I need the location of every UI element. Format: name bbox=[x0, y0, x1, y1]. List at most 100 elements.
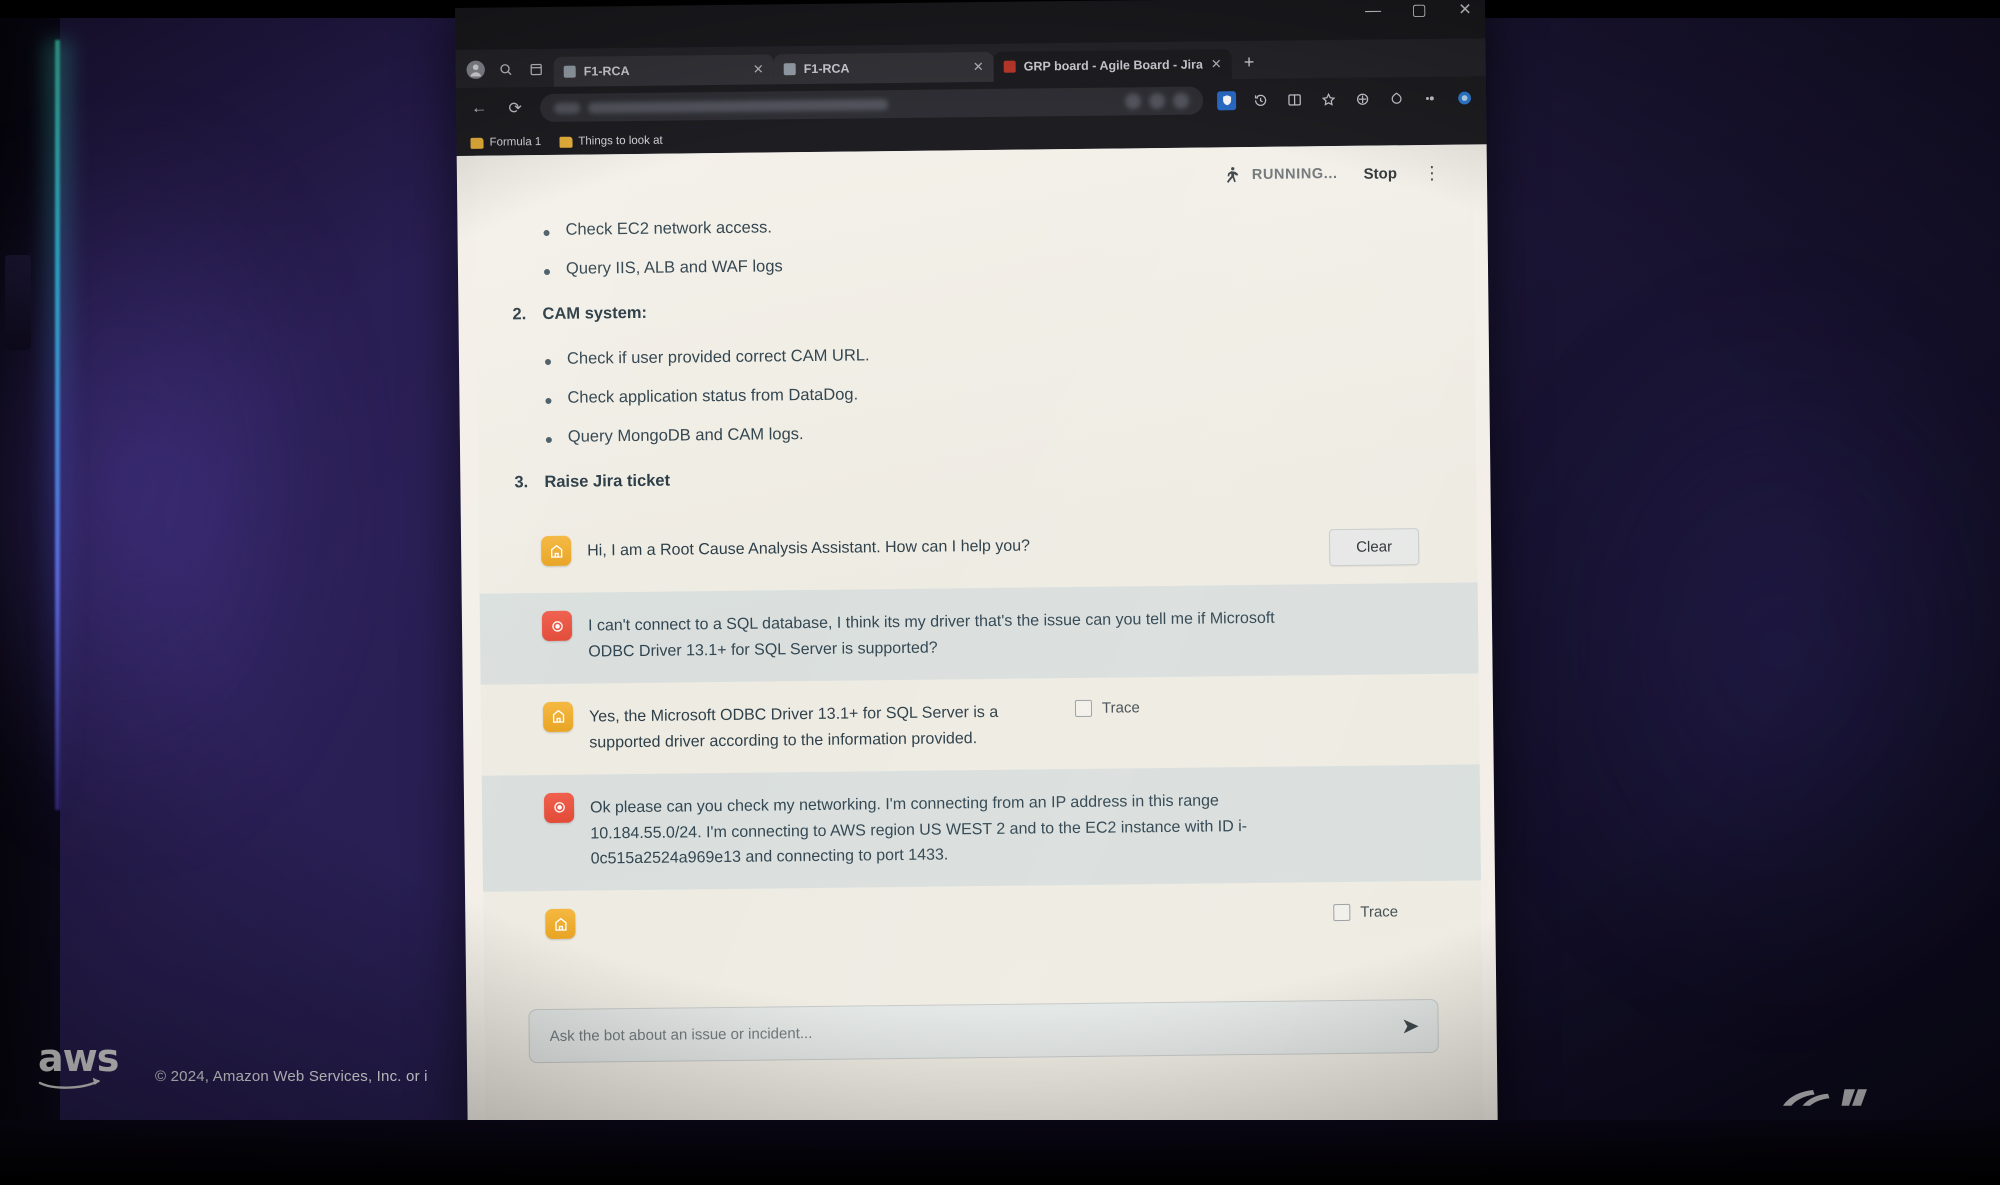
user-avatar-icon bbox=[543, 792, 575, 823]
tab-f1-rca-1[interactable]: F1-RCA ✕ bbox=[553, 54, 774, 87]
folder-icon bbox=[559, 136, 573, 148]
vertical-tabs-icon[interactable] bbox=[524, 57, 548, 81]
reload-button[interactable]: ⟳ bbox=[504, 98, 526, 118]
f1-logo-icon bbox=[1783, 1089, 1867, 1106]
photographed-screen-scene: — ▢ ✕ F1-RCA ✕ F1-RCA ✕ GRP board - Agil… bbox=[0, 0, 2000, 1185]
user-avatar-icon bbox=[541, 610, 573, 642]
bookmark-things-to-look-at[interactable]: Things to look at bbox=[559, 135, 663, 148]
tab-close-icon[interactable]: ✕ bbox=[973, 59, 984, 75]
tab-close-icon[interactable]: ✕ bbox=[753, 62, 764, 78]
send-button[interactable]: ➤ bbox=[1391, 1013, 1420, 1039]
back-button[interactable]: ← bbox=[468, 100, 490, 118]
tab-jira-grp-board[interactable]: GRP board - Agile Board - Jira ✕ bbox=[993, 49, 1232, 82]
tab-favicon-icon bbox=[1003, 60, 1016, 73]
bullet-icon bbox=[544, 358, 552, 366]
shield-icon[interactable] bbox=[1216, 90, 1237, 110]
bullet-icon bbox=[545, 397, 552, 404]
list-item: Query MongoDB and CAM logs. bbox=[545, 417, 1476, 447]
maximize-button[interactable]: ▢ bbox=[1409, 1, 1429, 21]
window-controls: — ▢ ✕ bbox=[1363, 0, 1475, 21]
bookmark-label: Things to look at bbox=[578, 134, 663, 148]
run-status: RUNNING... bbox=[1222, 164, 1338, 185]
tab-label: F1-RCA bbox=[583, 64, 630, 79]
address-favicon-icon bbox=[554, 102, 581, 114]
overflow-menu-button[interactable]: ⋮ bbox=[1423, 162, 1442, 183]
checkbox-icon[interactable] bbox=[1074, 699, 1093, 717]
chat-message-text: I can't connect to a SQL database, I thi… bbox=[587, 609, 1275, 661]
aws-logo: aws bbox=[38, 1036, 128, 1092]
chat-message-bot-pending: Trace bbox=[483, 881, 1482, 958]
list-item-text: Query MongoDB and CAM logs. bbox=[567, 425, 804, 446]
tab-f1-rca-2[interactable]: F1-RCA ✕ bbox=[773, 51, 994, 85]
stop-button[interactable]: Stop bbox=[1364, 165, 1398, 182]
chat-message-text: Ok please can you check my networking. I… bbox=[589, 792, 1248, 868]
list-item-text: Raise Jira ticket bbox=[544, 471, 671, 492]
chat-message-bot: Hi, I am a Root Cause Analysis Assistant… bbox=[479, 507, 1478, 593]
address-inline-icon bbox=[1149, 92, 1166, 110]
list-item: Check application status from DataDog. bbox=[545, 378, 1475, 408]
chat-message-text bbox=[591, 901, 1317, 939]
list-item: 3. Raise Jira ticket bbox=[514, 462, 1476, 492]
list-item: Check EC2 network access. bbox=[543, 210, 1473, 240]
address-text-redacted bbox=[588, 98, 889, 113]
message-composer[interactable]: ➤ bbox=[528, 999, 1439, 1064]
bookmark-formula-1[interactable]: Formula 1 bbox=[470, 136, 541, 149]
plan-document: Check EC2 network access. Query IIS, ALB… bbox=[475, 200, 1476, 492]
bullet-icon bbox=[543, 229, 550, 237]
chat-message-action: Trace bbox=[1074, 695, 1186, 751]
folder-icon bbox=[470, 137, 484, 149]
profile-avatar-icon[interactable] bbox=[464, 58, 488, 82]
copilot-icon[interactable] bbox=[1455, 88, 1474, 107]
browser-essentials-icon[interactable] bbox=[1387, 89, 1406, 108]
chat-message-action: Clear bbox=[1328, 526, 1439, 567]
tab-label: GRP board - Agile Board - Jira bbox=[1023, 57, 1203, 74]
address-bar[interactable] bbox=[539, 86, 1204, 123]
list-item-text: Query IIS, ALB and WAF logs bbox=[565, 257, 783, 278]
tab-search-icon[interactable] bbox=[494, 57, 518, 81]
list-number: 3. bbox=[514, 473, 529, 492]
chat-thread: Hi, I am a Root Cause Analysis Assistant… bbox=[479, 507, 1482, 958]
bookmark-label: Formula 1 bbox=[489, 136, 542, 149]
chat-input[interactable] bbox=[547, 1017, 1392, 1046]
list-item-text: Check EC2 network access. bbox=[565, 218, 772, 239]
bullet-icon bbox=[545, 436, 552, 443]
list-item: Check if user provided correct CAM URL. bbox=[544, 339, 1475, 369]
app-status-header: RUNNING... Stop ⋮ bbox=[475, 144, 1474, 211]
trace-toggle[interactable]: Trace bbox=[1333, 902, 1402, 925]
assistant-avatar-icon bbox=[542, 701, 574, 732]
run-status-label: RUNNING... bbox=[1251, 165, 1338, 183]
assistant-avatar-icon bbox=[540, 535, 572, 567]
close-button[interactable]: ✕ bbox=[1455, 0, 1475, 20]
page-viewport: RUNNING... Stop ⋮ Check EC2 network acce… bbox=[456, 144, 1498, 1158]
split-screen-icon[interactable] bbox=[1285, 90, 1304, 109]
trace-toggle[interactable]: Trace bbox=[1074, 697, 1144, 720]
list-item: Query IIS, ALB and WAF logs bbox=[543, 249, 1474, 279]
address-inline-icon bbox=[1125, 93, 1142, 110]
minimize-button[interactable]: — bbox=[1363, 1, 1383, 21]
chat-message-action: Trace bbox=[1333, 899, 1443, 930]
copyright-text: © 2024, Amazon Web Services, Inc. or i bbox=[155, 1068, 428, 1085]
scene-bottom-bar bbox=[0, 1120, 2000, 1185]
history-icon[interactable] bbox=[1251, 90, 1270, 109]
list-item-text: Check if user provided correct CAM URL. bbox=[566, 346, 870, 368]
extensions-icon[interactable] bbox=[1421, 88, 1440, 107]
new-tab-button[interactable]: + bbox=[1244, 52, 1255, 73]
clear-button[interactable]: Clear bbox=[1328, 528, 1420, 567]
aws-swoosh-icon bbox=[38, 1077, 101, 1089]
browser-toolbar-icons bbox=[1216, 88, 1474, 110]
aws-wordmark: aws bbox=[38, 1036, 119, 1080]
running-person-icon bbox=[1222, 165, 1240, 185]
chat-message-bot: Yes, the Microsoft ODBC Driver 13.1+ for… bbox=[481, 673, 1480, 775]
list-number: 2. bbox=[512, 305, 527, 324]
chat-message-action bbox=[1330, 601, 1441, 657]
collections-icon[interactable] bbox=[1353, 89, 1372, 108]
wall-fixture bbox=[5, 255, 31, 350]
led-strip-icon bbox=[55, 40, 60, 810]
chat-message-action bbox=[1332, 782, 1443, 864]
checkbox-icon[interactable] bbox=[1333, 904, 1351, 922]
trace-label: Trace bbox=[1101, 699, 1140, 717]
tab-favicon-icon bbox=[783, 63, 796, 76]
tab-close-icon[interactable]: ✕ bbox=[1211, 56, 1222, 72]
list-item: 2. CAM system: bbox=[512, 294, 1474, 324]
favorite-star-icon[interactable] bbox=[1319, 89, 1338, 108]
